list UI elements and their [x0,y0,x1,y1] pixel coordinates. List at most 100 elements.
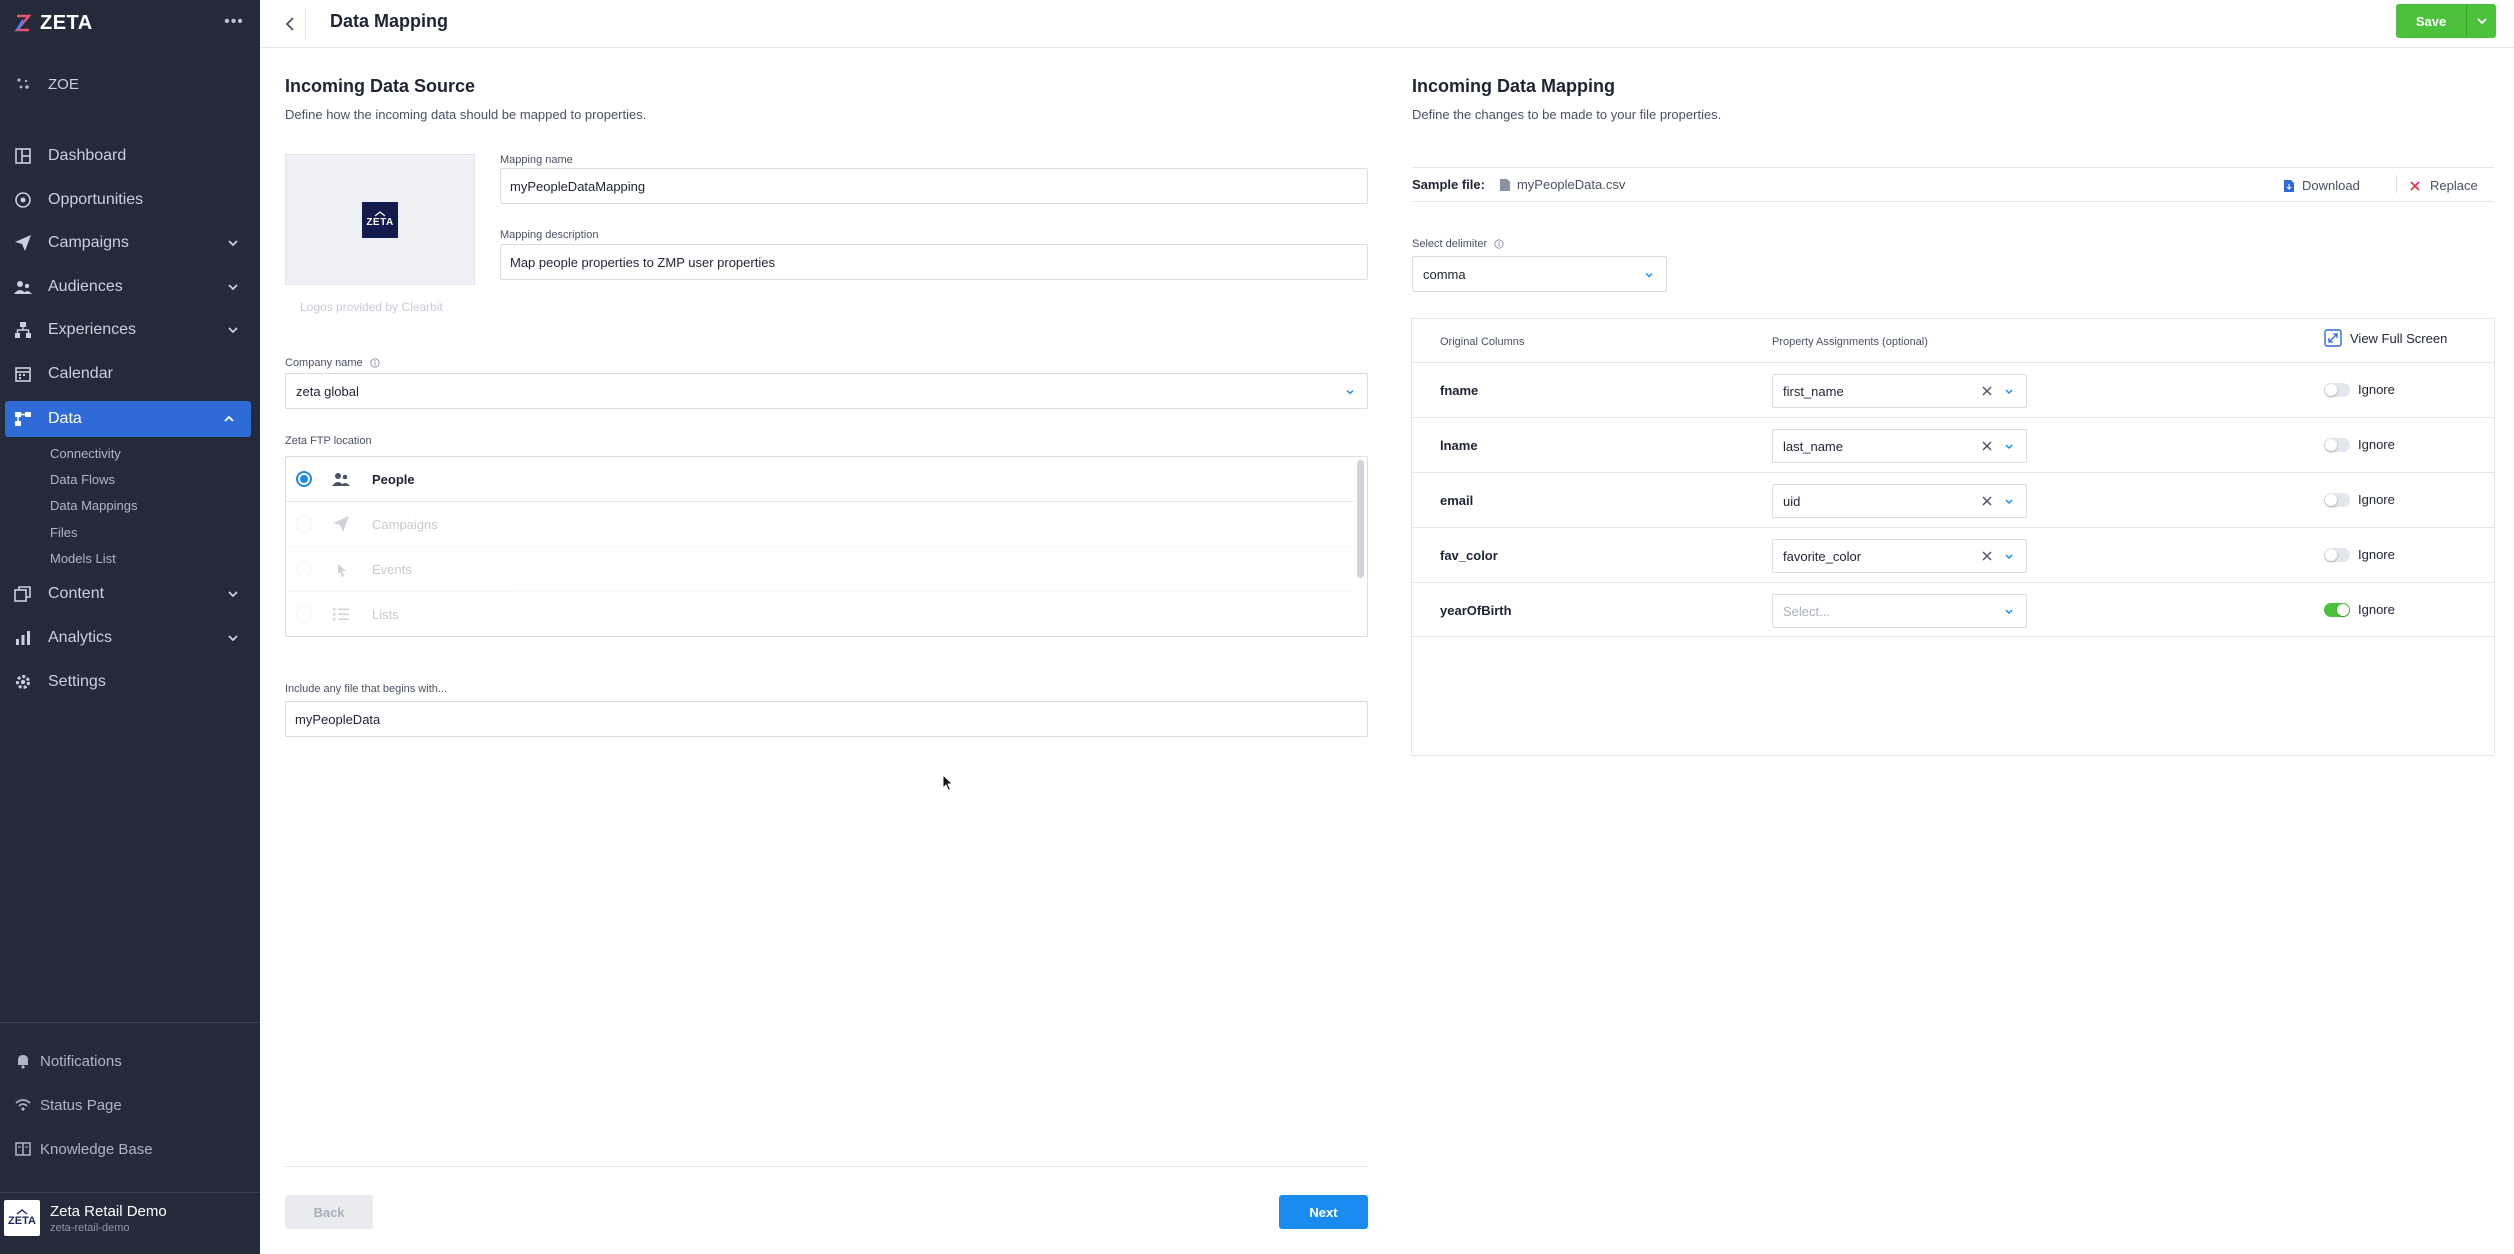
link-separator [2396,175,2397,193]
radio-unselected[interactable] [296,516,312,532]
chevron-down-icon [228,240,238,247]
sidebar-item-knowledge-base[interactable]: Knowledge Base [14,1134,153,1164]
sidebar-subitem-connectivity[interactable]: Connectivity [50,444,121,464]
incoming-data-source-heading: Incoming Data Source [285,76,476,96]
download-link[interactable]: Download [2284,178,2360,193]
replace-link[interactable]: Replace [2410,178,2478,193]
sidebar-item-analytics[interactable]: Analytics [0,620,260,656]
ftp-list-scrollbar[interactable] [1357,460,1364,578]
chevron-down-icon [228,591,238,598]
ftp-option-label: Events [372,561,412,577]
sidebar-subitem-files[interactable]: Files [50,523,77,543]
clear-icon[interactable] [1982,496,1992,506]
book-icon [14,1140,32,1158]
sidebar-item-notifications[interactable]: Notifications [14,1046,122,1076]
mapping-description-input[interactable] [500,244,1368,280]
sidebar-item-experiences[interactable]: Experiences [0,312,260,348]
property-select[interactable]: uid [1772,484,2027,518]
sidebar-subitem-models-list[interactable]: Models List [50,549,116,569]
sidebar-item-label: Analytics [48,629,113,646]
ftp-location-list: People Campaigns Events Lists [285,456,1368,637]
chevron-up-icon [224,415,234,422]
sidebar-item-zoe[interactable]: ZOE [0,66,260,102]
sidebar-item-settings[interactable]: Settings [0,664,260,700]
original-column-name: fname [1440,383,1479,398]
ignore-toggle[interactable] [2324,548,2350,562]
company-logo: ZETA [362,201,398,238]
gear-icon [14,673,32,691]
view-full-screen-button[interactable]: View Full Screen [2324,329,2447,347]
chevron-down-icon [1645,272,1653,278]
property-select[interactable]: last_name [1772,429,2027,463]
next-button[interactable]: Next [1279,1195,1368,1229]
sidebar-item-data[interactable]: Data [5,401,251,437]
account-subtitle: zeta-retail-demo [50,1221,130,1234]
save-options-button[interactable] [2466,4,2496,38]
original-column-name: lname [1440,438,1478,453]
mapping-table: Original Columns Property Assignments (o… [1411,318,2495,756]
account-switcher[interactable]: ZETA Zeta Retail Demo zeta-retail-demo [4,1198,167,1238]
ftp-option-events[interactable]: Events [286,547,1354,592]
property-select[interactable]: first_name [1772,374,2027,408]
sidebar-item-label: Data [48,410,82,427]
sidebar-item-dashboard[interactable]: Dashboard [0,138,260,174]
radio-unselected[interactable] [296,606,312,622]
ftp-option-lists[interactable]: Lists [286,592,1354,636]
property-select[interactable]: Select... [1772,594,2027,628]
ignore-toggle[interactable] [2324,493,2350,507]
back-step-button[interactable]: Back [285,1195,373,1229]
file-prefix-input[interactable] [285,701,1368,737]
cursor-click-icon [332,560,350,578]
ignore-toggle[interactable] [2324,438,2350,452]
company-logo-box: ZETA [285,154,475,285]
original-column-name: email [1440,493,1474,508]
sample-file: myPeopleData.csv [1499,177,1625,192]
account-name: Zeta Retail Demo [50,1202,167,1220]
ftp-option-campaigns[interactable]: Campaigns [286,502,1354,547]
sidebar-item-campaigns[interactable]: Campaigns [0,225,260,261]
chevron-down-icon [228,327,238,334]
company-name-label: Company name [285,357,380,369]
ignore-label: Ignore [2358,602,2395,617]
sidebar-item-status-page[interactable]: Status Page [14,1090,122,1120]
company-name-select[interactable]: zeta global [285,373,1368,409]
info-icon[interactable] [370,358,380,368]
ignore-toggle[interactable] [2324,383,2350,397]
clear-icon[interactable] [1982,441,1992,451]
ignore-toggle[interactable] [2324,603,2350,617]
calendar-icon [14,365,32,383]
download-file-icon [2284,179,2294,192]
info-icon[interactable] [1494,239,1504,249]
clear-icon[interactable] [1982,386,1992,396]
hierarchy-icon [14,321,32,339]
close-icon [2410,180,2420,191]
sidebar-item-label: Opportunities [48,191,144,208]
file-icon [1499,178,1510,191]
sidebar-item-calendar[interactable]: Calendar [0,356,260,392]
incoming-data-mapping-heading: Incoming Data Mapping [1412,76,1616,96]
audience-icon [14,278,32,296]
radio-selected[interactable] [296,471,312,487]
mapping-name-input[interactable] [500,168,1368,204]
save-button[interactable]: Save [2396,4,2466,38]
more-options-icon[interactable]: ••• [222,12,246,32]
ftp-option-people[interactable]: People [286,457,1354,502]
back-button[interactable] [274,8,306,40]
chevron-left-icon [285,17,294,31]
brand-logo[interactable]: ZETA [14,10,93,36]
sidebar-item-opportunities[interactable]: Opportunities [0,182,260,218]
sidebar-subitem-data-flows[interactable]: Data Flows [50,470,115,490]
radio-unselected[interactable] [296,561,312,577]
delimiter-select[interactable]: comma [1412,256,1667,292]
file-prefix-label: Include any file that begins with... [285,683,448,695]
wifi-status-icon [14,1096,32,1114]
sidebar-divider [0,1192,260,1193]
property-select[interactable]: favorite_color [1772,539,2027,573]
company-name-value: zeta global [296,383,359,399]
clear-icon[interactable] [1982,551,1992,561]
sidebar-item-audiences[interactable]: Audiences [0,269,260,305]
ftp-location-label: Zeta FTP location [285,435,372,447]
sidebar-item-content[interactable]: Content [0,576,260,612]
sidebar-subitem-data-mappings[interactable]: Data Mappings [50,496,137,516]
sidebar-divider [0,1022,260,1023]
